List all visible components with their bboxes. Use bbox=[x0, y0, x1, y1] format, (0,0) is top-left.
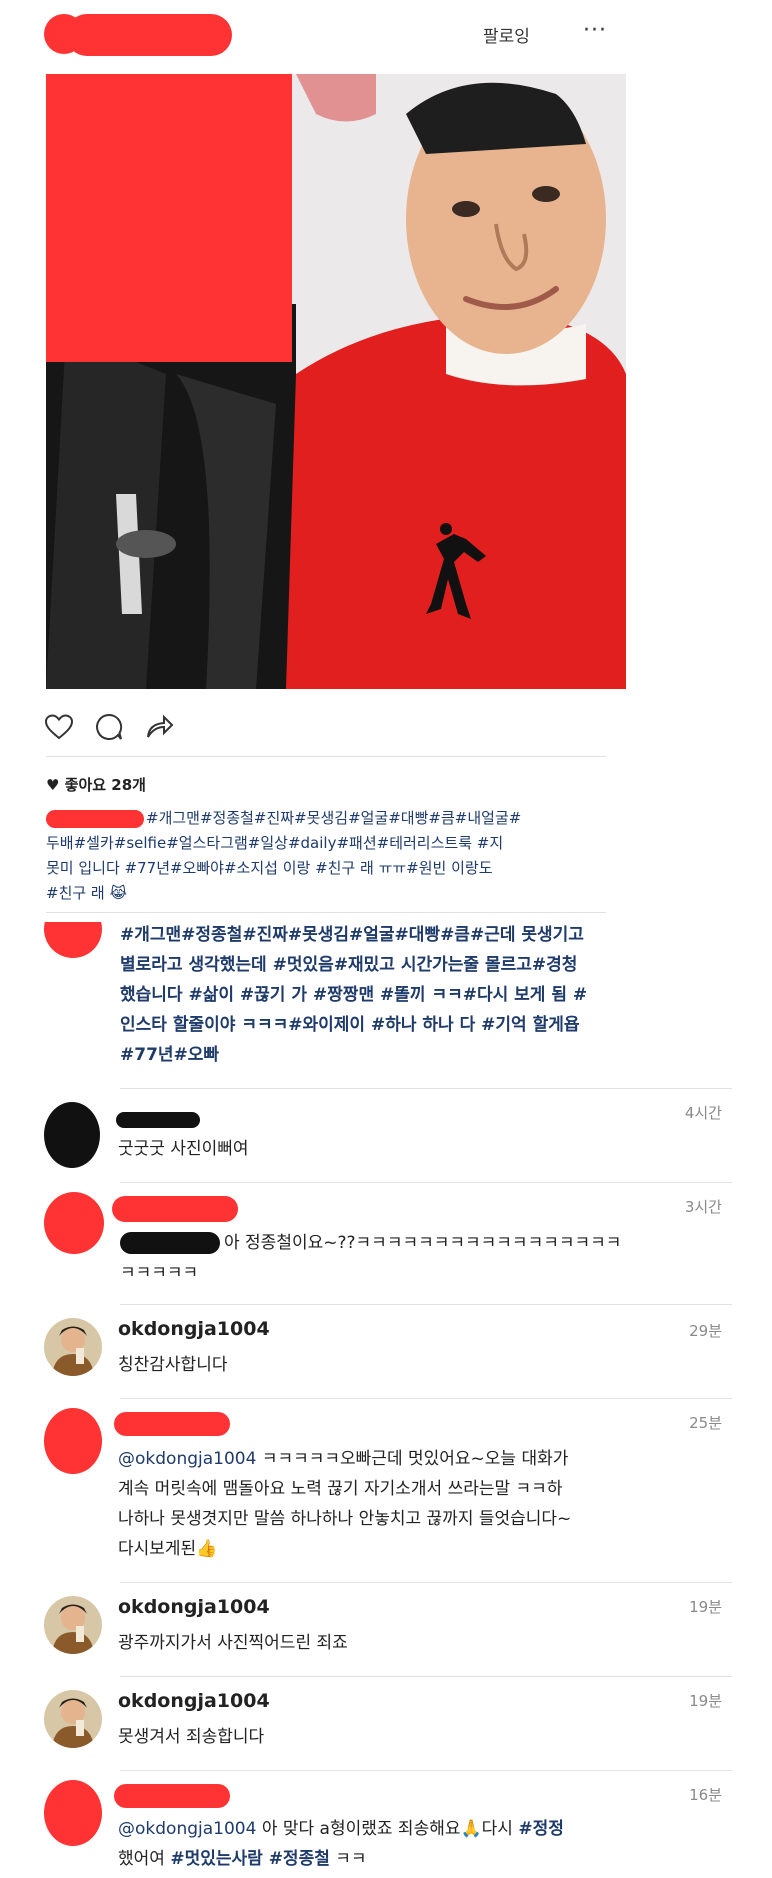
redacted-username bbox=[114, 1412, 230, 1436]
divider bbox=[120, 1182, 732, 1183]
comment-line: 했습니다 #삶이 #끊기 가 #짱짱맨 #똘끼 ㅋㅋ#다시 보게 됨 # bbox=[120, 985, 588, 1005]
comment-line: 인스타 할줄이야 ㅋㅋㅋ#와이제이 #하나 하나 다 #기억 할게욥 bbox=[120, 1015, 580, 1035]
comment-text: 못생겨서 죄송합니다 bbox=[118, 1727, 265, 1747]
divider bbox=[46, 912, 606, 913]
profile-photo-icon bbox=[44, 1596, 102, 1654]
redacted-avatar bbox=[44, 1780, 102, 1846]
following-button[interactable]: 팔로잉 bbox=[483, 22, 530, 47]
comment-line: 나하나 못생겻지만 말씀 하나하나 안놓치고 끊까지 들엇습니다~ bbox=[118, 1509, 572, 1529]
comment-hashtag[interactable]: #정정 bbox=[518, 1819, 564, 1839]
share-arrow-icon[interactable] bbox=[144, 712, 174, 744]
comment-line-text: 아 맞다 a형이랬죠 죄송해요🙏다시 bbox=[256, 1819, 519, 1839]
divider bbox=[120, 1304, 732, 1305]
comment-mention[interactable]: @okdongja1004 bbox=[118, 1449, 256, 1469]
comment-line-text: ㅋㅋ bbox=[329, 1849, 367, 1869]
comment-time: 19분 bbox=[689, 1692, 722, 1710]
divider bbox=[120, 1398, 732, 1399]
caption-line-4: #친구 래 😹 bbox=[46, 884, 128, 902]
comment-line: 계속 머릿속에 맴돌아요 노력 끊기 자기소개서 쓰라는말 ㅋㅋ하 bbox=[118, 1479, 563, 1499]
comment-line: 아 정종철이요~??ㅋㅋㅋㅋㅋㅋㅋㅋㅋㅋㅋㅋㅋㅋㅋㅋㅋ bbox=[224, 1233, 622, 1253]
divider bbox=[120, 1088, 732, 1089]
comment-mention[interactable]: @okdongja1004 bbox=[118, 1819, 256, 1839]
profile-photo-icon bbox=[44, 1690, 102, 1748]
comment-line-text: 했어여 bbox=[118, 1849, 171, 1869]
comment-line: @okdongja1004 아 맞다 a형이랬죠 죄송해요🙏다시 #정정 bbox=[118, 1814, 738, 1844]
comment-username[interactable]: okdongja1004 bbox=[118, 1318, 270, 1340]
comment-line: ㅋㅋㅋㅋㅋ bbox=[120, 1263, 199, 1283]
comment-text: 광주까지가서 사진찍어드린 죄죠 bbox=[118, 1633, 348, 1653]
post-actions bbox=[44, 712, 174, 744]
redacted-avatar bbox=[44, 922, 102, 958]
redacted-username bbox=[114, 1784, 230, 1808]
more-options-icon[interactable]: ··· bbox=[583, 18, 607, 43]
profile-photo-icon bbox=[44, 1318, 102, 1376]
comment-line: 다시보게된👍 bbox=[118, 1539, 218, 1559]
divider bbox=[46, 756, 606, 757]
likes-count[interactable]: ♥ 좋아요 28개 bbox=[46, 774, 146, 795]
redacted-username bbox=[112, 1196, 238, 1222]
comment-text: @okdongja1004 ㅋㅋㅋㅋㅋ오빠근데 멋있어요~오늘 대화가 계속 머… bbox=[118, 1444, 738, 1564]
comment-line: @okdongja1004 ㅋㅋㅋㅋㅋ오빠근데 멋있어요~오늘 대화가 bbox=[118, 1444, 738, 1474]
caption-line-3: 못미 입니다 #77년#오빠야#소지섭 이랑 #친구 래 ㅠㅠ#원빈 이랑도 bbox=[46, 859, 493, 877]
redacted-username bbox=[66, 14, 232, 56]
comment-line: #개그맨#정종철#진짜#못생김#얼굴#대빵#큼#근데 못생기고 bbox=[120, 925, 584, 945]
comment-text: #개그맨#정종철#진짜#못생김#얼굴#대빵#큼#근데 못생기고 별로라고 생각했… bbox=[120, 920, 720, 1070]
divider bbox=[120, 1582, 732, 1583]
divider bbox=[120, 1676, 732, 1677]
comment-line: 별로라고 생각했는데 #멋있음#재밌고 시간가는줄 몰르고#경청 bbox=[120, 955, 578, 975]
post-caption: #개그맨#정종철#진짜#못생김#얼굴#대빵#큼#내얼굴# 두배#셀카#selfi… bbox=[46, 806, 606, 906]
avatar[interactable] bbox=[44, 1690, 102, 1748]
redacted-username bbox=[116, 1112, 200, 1128]
redacted-photo-area bbox=[46, 74, 292, 362]
comment-username[interactable]: okdongja1004 bbox=[118, 1690, 270, 1712]
comment-line: 했어여 #멋있는사람 #정종철 ㅋㅋ bbox=[118, 1844, 738, 1874]
comment-time: 16분 bbox=[689, 1786, 722, 1804]
comment-time: 25분 bbox=[689, 1414, 722, 1432]
redacted-avatar bbox=[44, 1408, 102, 1474]
comment-hashtag[interactable]: #멋있는사람 #정종철 bbox=[170, 1849, 330, 1869]
comment-text: 굿굿굿 사진이뻐여 bbox=[118, 1139, 249, 1159]
avatar[interactable] bbox=[44, 1596, 102, 1654]
comment-bubble-icon[interactable] bbox=[94, 712, 124, 744]
redacted-avatar bbox=[44, 1102, 100, 1168]
comment-text: 아 정종철이요~??ㅋㅋㅋㅋㅋㅋㅋㅋㅋㅋㅋㅋㅋㅋㅋㅋㅋ ㅋㅋㅋㅋㅋ bbox=[120, 1228, 720, 1288]
comment-time: 3시간 bbox=[684, 1198, 722, 1216]
comment-username[interactable]: okdongja1004 bbox=[118, 1596, 270, 1618]
comment-time: 19분 bbox=[689, 1598, 722, 1616]
comment-line: #77년#오빠 bbox=[120, 1045, 220, 1065]
comment-line-text: ㅋㅋㅋㅋㅋ오빠근데 멋있어요~오늘 대화가 bbox=[256, 1449, 569, 1469]
comment-time: 29분 bbox=[689, 1322, 722, 1340]
caption-line-1: #개그맨#정종철#진짜#못생김#얼굴#대빵#큼#내얼굴# bbox=[146, 809, 522, 827]
avatar[interactable] bbox=[44, 1318, 102, 1376]
comment-text: 칭찬감사합니다 bbox=[118, 1355, 228, 1375]
comment-time: 4시간 bbox=[684, 1104, 722, 1122]
redacted-avatar bbox=[44, 1192, 104, 1254]
comment-text: @okdongja1004 아 맞다 a형이랬죠 죄송해요🙏다시 #정정 했어여… bbox=[118, 1814, 738, 1874]
caption-line-2: 두배#셀카#selfie#얼스타그램#일상#daily#패션#테러리스트룩 #지 bbox=[46, 834, 504, 852]
divider bbox=[120, 1770, 732, 1771]
like-heart-icon[interactable] bbox=[44, 712, 74, 744]
